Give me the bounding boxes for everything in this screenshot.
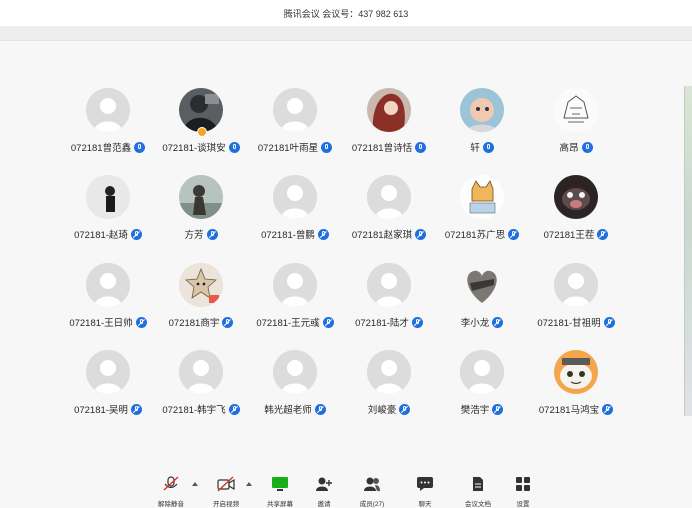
participant-name: 072181-赵琦 [74,230,128,241]
avatar [86,88,130,132]
chat-icon [417,477,433,491]
mic-muted-icon[interactable] [602,403,614,415]
participant-name: 刘峻豪 [367,405,397,416]
participant-name: 韩光超老师 [264,405,312,416]
avatar [554,175,598,219]
avatar [179,88,223,132]
participant-name: 072181商宇 [168,318,220,329]
avatar [273,88,317,132]
top-sub-bar [0,26,692,41]
avatar [554,88,598,132]
participant-name: 072181-甘祖明 [537,318,601,329]
avatar [367,263,411,307]
avatar [273,175,317,219]
avatar [367,350,411,394]
mic-muted-icon[interactable] [492,403,504,415]
mic-muted-icon[interactable] [597,228,609,240]
start-video-button[interactable]: 开启视频 [202,476,250,508]
mic-muted-icon[interactable] [206,228,218,240]
participant-name: 072181苏广思 [444,230,506,241]
share-screen-icon [272,477,288,491]
unmute-button[interactable]: 解除静音 [147,476,195,508]
mic-muted-icon[interactable] [399,403,411,415]
participant-name: 樊浩宇 [460,405,490,416]
avatar [460,175,504,219]
camera-off-icon [217,476,235,492]
avatar [367,175,411,219]
participant-tile[interactable]: 072181王茬 [530,175,622,245]
avatar [460,350,504,394]
avatar [273,263,317,307]
participant-grid: 072181曾范鑫 072181-谈琪安 072181叶雨星 072181曾诗恬… [62,88,654,418]
participant-name: 072181-韩宇飞 [162,405,226,416]
members-icon [364,477,380,491]
mic-muted-icon[interactable] [492,316,504,328]
microphone-muted-icon [163,476,179,491]
avatar [179,175,223,219]
mic-icon[interactable] [482,141,494,153]
members-button[interactable]: 成员(27) [348,476,396,508]
avatar [273,350,317,394]
meeting-title: 腾讯会议 会议号：437 982 613 [283,8,409,19]
mic-icon[interactable] [581,141,593,153]
document-icon [473,477,483,491]
participant-name: 072181王茬 [543,230,595,241]
participant-name: 072181-陆才 [355,318,409,329]
unmute-options-caret-icon[interactable] [192,482,198,486]
avatar [179,263,223,307]
side-window-edge [684,86,692,416]
add-user-icon [316,477,332,491]
avatar [179,350,223,394]
participant-tile[interactable]: 072181马鸿宝 [530,350,622,420]
participant-name: 李小龙 [460,318,490,329]
settings-button[interactable]: 设置 [499,476,547,508]
host-badge-icon [197,127,207,137]
mic-muted-icon[interactable] [603,316,615,328]
participant-name: 072181赵家琪 [351,230,413,241]
avatar [367,88,411,132]
participant-name: 072181-吴明 [74,405,128,416]
participant-name: 072181叶雨星 [257,143,319,154]
participant-name: 方芳 [184,230,204,241]
chat-button[interactable]: 聊天 [401,476,449,508]
participant-name: 072181曾范鑫 [70,143,132,154]
avatar [460,88,504,132]
avatar [86,263,130,307]
meeting-toolbar: 解除静音 开启视频 共享屏幕 邀请 成员(27) 聊天 会议文档 设置 [0,470,692,508]
avatar [460,263,504,307]
avatar [554,350,598,394]
participant-name: 072181曾诗恬 [351,143,413,154]
participant-tile[interactable]: 072181-甘祖明 [530,263,622,333]
invite-button[interactable]: 邀请 [300,476,348,508]
participant-name: 072181-王元彧 [256,318,320,329]
participant-name: 高昂 [559,143,579,154]
avatar [554,263,598,307]
avatar [86,350,130,394]
participant-name: 轩 [470,143,480,154]
video-options-caret-icon[interactable] [246,482,252,486]
avatar [86,175,130,219]
participant-name: 072181马鸿宝 [538,405,600,416]
participant-tile[interactable]: 高昂 [530,88,622,158]
participant-name: 072181-曾鹏 [261,230,315,241]
settings-grid-icon [516,477,530,491]
participant-name: 072181-谈琪安 [162,143,226,154]
participant-name: 072181-王日帅 [69,318,133,329]
window-title-bar: 腾讯会议 会议号：437 982 613 [0,0,692,26]
